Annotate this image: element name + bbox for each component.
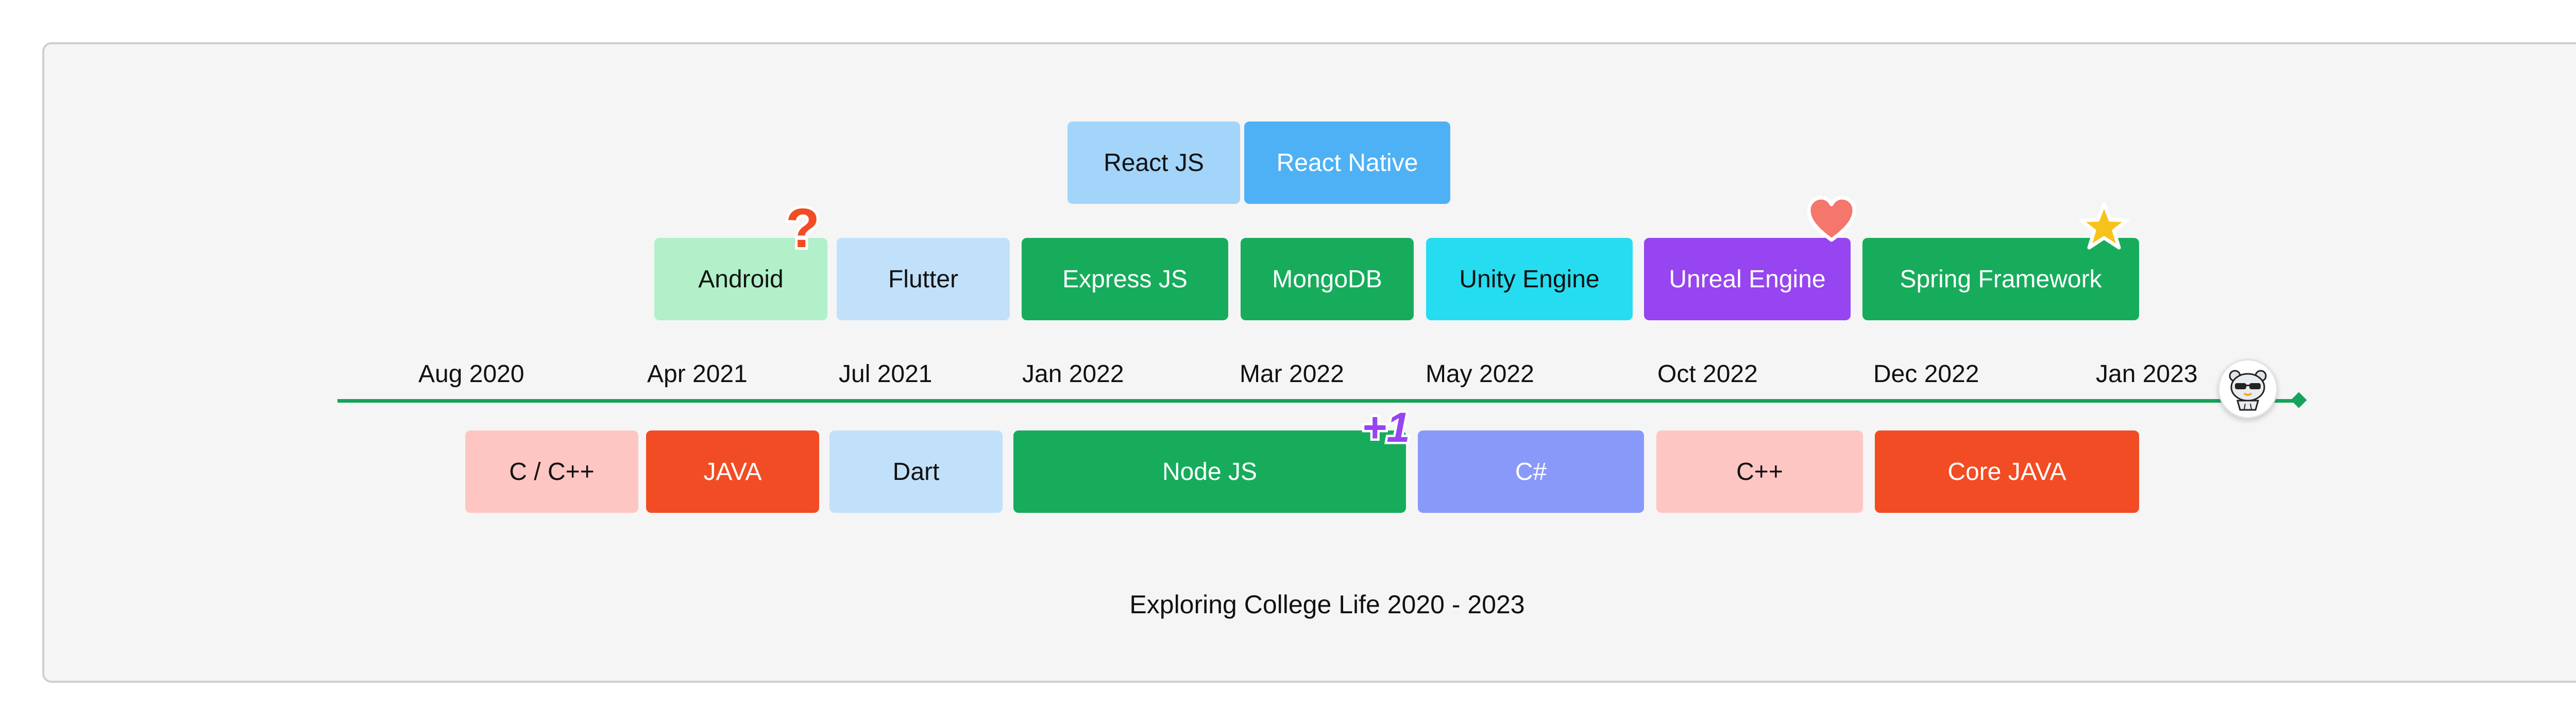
block-label: Dart [892,458,940,486]
block-label: C / C++ [509,458,595,486]
heart-icon [1807,196,1856,242]
avatar-icon [2229,370,2267,411]
question-mark-icon: ? [783,200,822,256]
block-label: React JS [1104,149,1204,177]
block-java: JAVA [646,430,819,513]
date-label: May 2022 [1426,360,1534,388]
block-label: C++ [1736,458,1783,486]
block-label: Express JS [1062,265,1188,293]
date-label: Aug 2020 [418,360,524,388]
page-title: Exploring College Life 2020 - 2023 [1129,590,1525,619]
block-node-js: Node JS [1013,430,1406,513]
block-c-cpp: C / C++ [465,430,638,513]
block-unity-engine: Unity Engine [1426,238,1633,320]
block-label: Flutter [888,265,959,293]
svg-text:?: ? [786,200,820,256]
block-c-sharp: C# [1418,430,1644,513]
block-label: React Native [1276,149,1418,177]
block-express-js: Express JS [1022,238,1228,320]
block-cpp: C++ [1656,430,1863,513]
avatar [2218,359,2278,419]
svg-text:+1: +1 [1362,404,1410,451]
block-label: C# [1515,458,1547,486]
block-mongodb: MongoDB [1241,238,1414,320]
block-label: Core JAVA [1947,458,2066,486]
block-label: JAVA [703,458,762,486]
date-label: Dec 2022 [1873,360,1979,388]
plus-one-icon: +1 [1360,402,1413,453]
date-label: Apr 2021 [647,360,748,388]
block-react-native: React Native [1244,122,1450,204]
star-icon [2079,202,2129,250]
block-label: Unity Engine [1459,265,1600,293]
date-label: Mar 2022 [1240,360,1344,388]
block-react-js: React JS [1067,122,1240,204]
block-label: Node JS [1162,458,1258,486]
block-flutter: Flutter [837,238,1010,320]
date-label: Jul 2021 [839,360,933,388]
timeline-axis [337,399,2298,403]
date-label: Oct 2022 [1657,360,1758,388]
block-unreal-engine: Unreal Engine [1644,238,1851,320]
block-label: Android [698,265,784,293]
block-label: Spring Framework [1900,265,2102,293]
block-label: MongoDB [1272,265,1382,293]
block-core-java: Core JAVA [1875,430,2139,513]
date-label: Jan 2023 [2096,360,2198,388]
date-label: Jan 2022 [1022,360,1124,388]
block-dart: Dart [829,430,1003,513]
block-label: Unreal Engine [1669,265,1826,293]
